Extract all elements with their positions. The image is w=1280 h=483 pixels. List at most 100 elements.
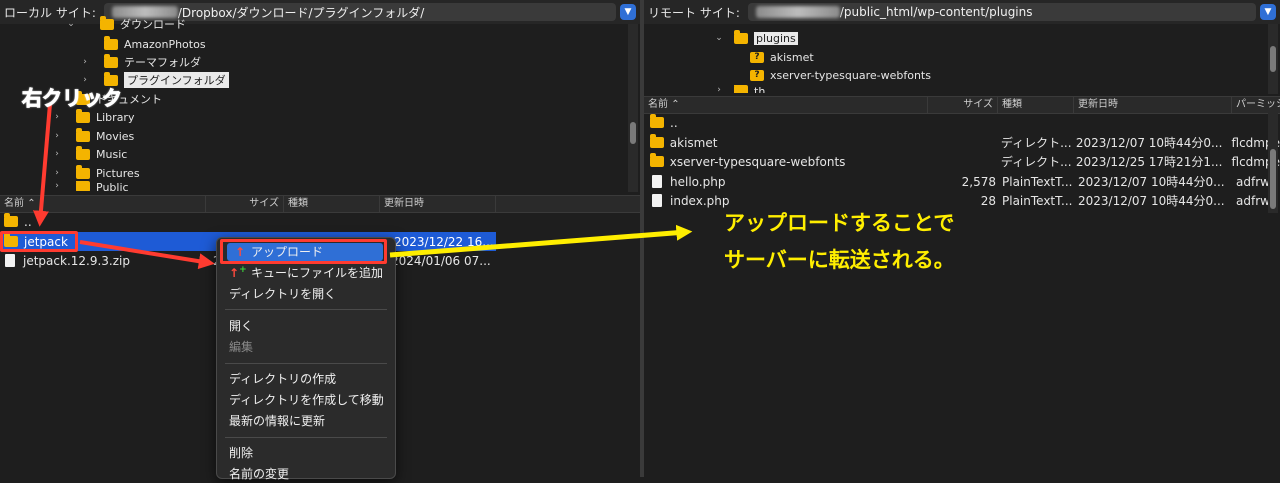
column-modified[interactable]: 更新日時	[1074, 97, 1232, 113]
column-permissions[interactable]: パーミッシ	[1232, 97, 1280, 113]
tree-node-theme-folder[interactable]: › テーマフォルダ	[80, 53, 201, 71]
column-modified[interactable]: 更新日時	[380, 196, 496, 212]
file-type: ディレクト...	[1000, 136, 1072, 150]
file-modified: 2023/12/07 10時44分0...	[1078, 194, 1225, 208]
scrollbar-thumb[interactable]	[630, 122, 636, 144]
file-name: akismet	[669, 135, 718, 150]
tree-node-pictures[interactable]: › Pictures	[52, 164, 140, 182]
folder-icon	[100, 15, 114, 30]
folder-icon	[76, 181, 90, 191]
file-icon	[5, 254, 15, 267]
chevron-right-icon[interactable]: ›	[52, 181, 62, 191]
menu-item-create-directory-and-enter[interactable]: ディレクトリを作成して移動	[229, 391, 384, 409]
menu-item-add-to-queue[interactable]: ↑+ キューにファイルを追加	[229, 264, 383, 282]
local-path-dropdown-icon[interactable]: ▼	[620, 4, 636, 20]
chevron-right-icon[interactable]: ›	[52, 131, 62, 141]
chevron-right-icon[interactable]: ›	[80, 57, 90, 67]
unknown-folder-icon: ?	[750, 69, 764, 81]
chevron-right-icon[interactable]: ›	[52, 149, 62, 159]
remote-path-dropdown-icon[interactable]: ▼	[1260, 4, 1276, 20]
context-menu: ↑ アップロード ↑+ キューにファイルを追加 ディレクトリを開く 開く 編集 …	[216, 237, 396, 481]
menu-item-open-directory[interactable]: ディレクトリを開く	[229, 285, 336, 303]
menu-item-delete[interactable]: 削除	[229, 444, 253, 462]
file-icon	[652, 194, 662, 207]
menu-item-create-directory[interactable]: ディレクトリの作成	[229, 370, 336, 388]
remote-path-text: /public_html/wp-content/plugins	[839, 5, 1033, 19]
file-name: xserver-typesquare-webfonts	[669, 154, 846, 169]
highlight-upload-item	[220, 239, 387, 264]
folder-icon	[76, 145, 90, 160]
column-size[interactable]: サイズ	[206, 196, 284, 212]
table-row[interactable]: ..	[644, 113, 1280, 132]
remote-site-label: リモート サイト:	[648, 5, 740, 20]
menu-item-rename[interactable]: 名前の変更	[229, 465, 289, 483]
tree-node-amazonphotos[interactable]: AmazonPhotos	[80, 35, 206, 53]
menu-separator	[225, 363, 387, 364]
annotation-right-click: 右クリック	[22, 86, 123, 111]
menu-item-refresh[interactable]: 最新の情報に更新	[229, 412, 325, 430]
chevron-right-icon[interactable]: ›	[52, 168, 62, 178]
highlight-jetpack-row	[0, 231, 78, 252]
folder-icon	[104, 35, 118, 50]
column-extra[interactable]	[496, 196, 640, 212]
tree-node-xserver-typesquare-webfonts[interactable]: ? xserver-typesquare-webfonts	[750, 66, 931, 84]
menu-item-open[interactable]: 開く	[229, 317, 253, 335]
file-type: PlainTextT...	[1002, 193, 1073, 208]
chevron-right-icon[interactable]: ›	[714, 85, 724, 93]
unknown-folder-icon: ?	[750, 51, 764, 63]
tree-node-plugins[interactable]: ⌄ plugins	[714, 29, 798, 47]
file-size: 2,578	[961, 174, 996, 189]
file-type: ディレクト...	[1000, 155, 1072, 169]
folder-icon	[76, 164, 90, 179]
file-modified: 2023/12/22 16...	[394, 234, 494, 249]
file-size: 28	[980, 193, 996, 208]
table-row[interactable]: xserver-typesquare-webfonts ディレクト... 202…	[644, 152, 1280, 171]
file-icon	[652, 175, 662, 188]
folder-icon	[76, 127, 90, 142]
remote-path-input[interactable]: /public_html/wp-content/plugins	[747, 3, 1256, 21]
file-modified: 2023/12/07 10時44分0...	[1075, 136, 1223, 150]
local-file-list-header: 名前 ⌃ サイズ 種類 更新日時	[0, 195, 640, 213]
column-size[interactable]: サイズ	[928, 97, 998, 113]
file-name: hello.php	[670, 174, 726, 189]
tree-node-music[interactable]: › Music	[52, 145, 127, 163]
remote-site-bar: リモート サイト: /public_html/wp-content/plugin…	[644, 0, 1280, 24]
table-row[interactable]: akismet ディレクト... 2023/12/07 10時44分0... f…	[644, 133, 1280, 152]
file-type: PlainTextT...	[1002, 174, 1073, 189]
file-modified: 2023/12/07 10時44分0...	[1078, 175, 1225, 189]
tree-node-themes[interactable]: › th...	[714, 85, 776, 93]
chevron-down-icon[interactable]: ⌄	[714, 33, 724, 43]
scrollbar-thumb[interactable]	[1270, 149, 1276, 209]
remote-directory-tree: ⌄ plugins ? akismet ? xserver-typesquare…	[644, 24, 1266, 94]
remote-list-scrollbar[interactable]	[1268, 113, 1278, 213]
folder-icon	[734, 29, 748, 44]
add-to-queue-icon: ↑+	[229, 265, 247, 280]
file-modified: 2023/12/25 17時21分1...	[1075, 155, 1223, 169]
table-row[interactable]: hello.php 2,578 PlainTextT... 2023/12/07…	[644, 172, 1280, 191]
folder-icon	[650, 153, 664, 167]
column-type[interactable]: 種類	[998, 97, 1074, 113]
tree-node-public[interactable]: › Public	[52, 181, 129, 191]
chevron-down-icon[interactable]: ⌄	[66, 19, 76, 29]
sort-chevron-icon: ⌃	[27, 198, 36, 209]
tree-node-downloads[interactable]: ⌄ ダウンロード	[66, 15, 186, 33]
column-name[interactable]: 名前 ⌃	[0, 196, 206, 212]
local-tree-scrollbar[interactable]	[628, 24, 638, 192]
menu-item-edit: 編集	[229, 340, 254, 354]
sort-chevron-icon: ⌃	[671, 99, 680, 110]
column-type[interactable]: 種類	[284, 196, 380, 212]
tree-node-akismet[interactable]: ? akismet	[750, 48, 814, 66]
menu-separator	[225, 437, 387, 438]
tree-node-movies[interactable]: › Movies	[52, 127, 134, 145]
file-modified: 2024/01/06 07...	[391, 253, 491, 268]
folder-icon	[104, 53, 118, 68]
remote-tree-scrollbar[interactable]	[1268, 24, 1278, 94]
annotation-upload-note-line1: アップロードすることで	[724, 211, 955, 235]
table-row[interactable]: ..	[0, 212, 640, 231]
column-name[interactable]: 名前 ⌃	[644, 97, 928, 113]
file-name: ..	[24, 214, 32, 229]
chevron-right-icon[interactable]: ›	[52, 112, 62, 122]
scrollbar-thumb[interactable]	[1270, 46, 1276, 72]
folder-icon	[650, 114, 664, 128]
file-name: ..	[670, 115, 678, 130]
